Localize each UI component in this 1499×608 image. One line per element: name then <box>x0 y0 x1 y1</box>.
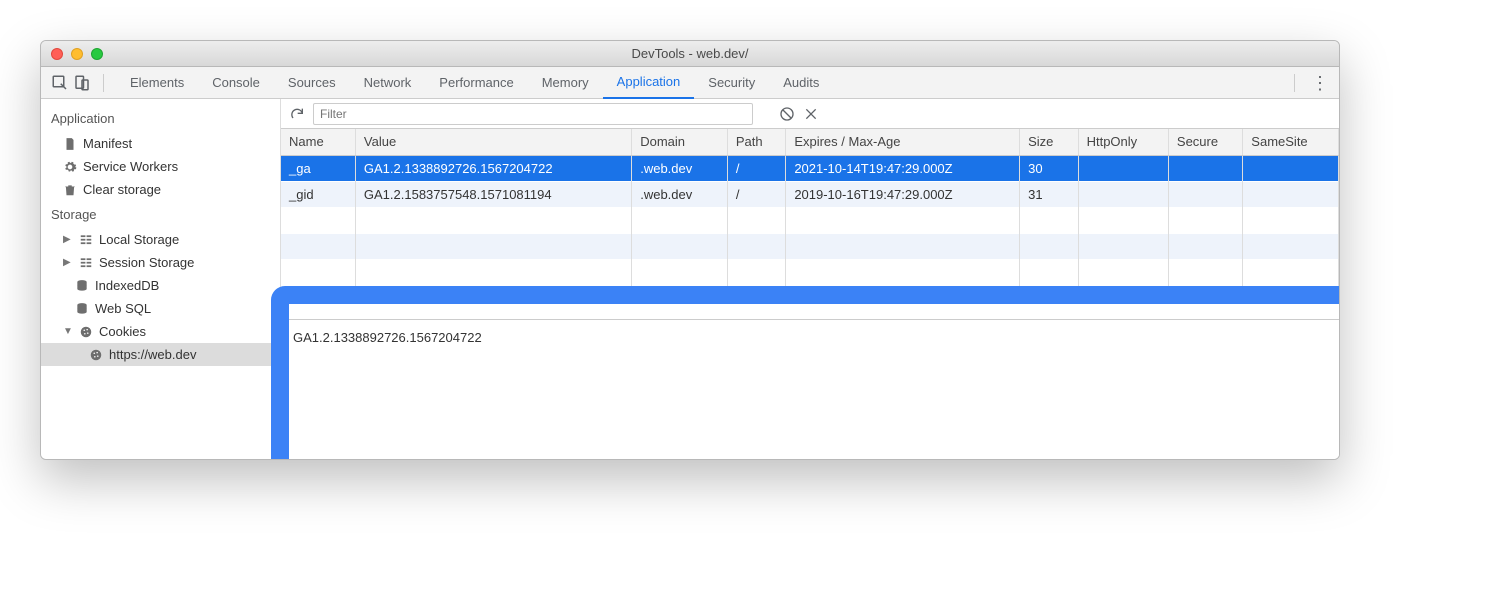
col-size[interactable]: Size <box>1020 129 1078 155</box>
cookie-detail-pane: GA1.2.1338892726.1567204722 <box>281 319 1339 459</box>
trash-icon <box>63 183 77 197</box>
cookie-icon <box>79 325 93 339</box>
collapse-arrow-icon: ▼ <box>63 326 73 337</box>
panel-body: Application Manifest Service Workers Cle… <box>41 99 1339 459</box>
sidebar-item-manifest[interactable]: Manifest <box>41 132 280 155</box>
col-domain[interactable]: Domain <box>632 129 728 155</box>
cell-value: GA1.2.1338892726.1567204722 <box>355 155 631 181</box>
tab-network[interactable]: Network <box>350 67 426 99</box>
cookies-table: Name Value Domain Path Expires / Max-Age… <box>281 129 1339 286</box>
cookies-main-panel: Name Value Domain Path Expires / Max-Age… <box>281 99 1339 459</box>
tab-application[interactable]: Application <box>603 67 695 99</box>
filter-input[interactable] <box>313 103 753 125</box>
tab-performance[interactable]: Performance <box>425 67 527 99</box>
sidebar-item-service-workers[interactable]: Service Workers <box>41 155 280 178</box>
sidebar-item-label: Service Workers <box>83 159 178 174</box>
delete-selected-icon[interactable] <box>803 106 819 122</box>
cell-samesite <box>1243 181 1339 207</box>
expand-arrow-icon: ▶ <box>63 234 73 245</box>
more-menu-icon[interactable]: ⋮ <box>1311 74 1329 92</box>
col-expires[interactable]: Expires / Max-Age <box>786 129 1020 155</box>
tab-sources[interactable]: Sources <box>274 67 350 99</box>
cell-size: 30 <box>1020 155 1078 181</box>
table-row-empty <box>281 259 1339 285</box>
cell-value: GA1.2.1583757548.1571081194 <box>355 181 631 207</box>
sidebar-item-cookie-origin[interactable]: https://web.dev <box>41 343 280 366</box>
tab-security[interactable]: Security <box>694 67 769 99</box>
sidebar-item-label: Session Storage <box>99 255 194 270</box>
cell-domain: .web.dev <box>632 155 728 181</box>
titlebar: DevTools - web.dev/ <box>41 41 1339 67</box>
sidebar-item-label: Clear storage <box>83 182 161 197</box>
sidebar-group-storage: Storage <box>41 201 280 228</box>
sidebar-item-label: Manifest <box>83 136 132 151</box>
cell-path: / <box>727 155 785 181</box>
sidebar-item-cookies[interactable]: ▼ Cookies <box>41 320 280 343</box>
cell-expires: 2019-10-16T19:47:29.000Z <box>786 181 1020 207</box>
toolbar-separator-right <box>1294 74 1295 92</box>
cell-samesite <box>1243 155 1339 181</box>
application-sidebar: Application Manifest Service Workers Cle… <box>41 99 281 459</box>
cell-name: _gid <box>281 181 355 207</box>
tab-memory[interactable]: Memory <box>528 67 603 99</box>
devtools-window: DevTools - web.dev/ Elements Console Sou… <box>40 40 1340 460</box>
table-header-row: Name Value Domain Path Expires / Max-Age… <box>281 129 1339 155</box>
panel-tabs: Elements Console Sources Network Perform… <box>116 67 833 99</box>
cookies-table-wrap: Name Value Domain Path Expires / Max-Age… <box>281 129 1339 319</box>
cell-httponly <box>1078 155 1168 181</box>
window-title: DevTools - web.dev/ <box>41 46 1339 61</box>
grid-icon <box>79 233 93 247</box>
filter-toolbar <box>281 99 1339 129</box>
table-row-empty <box>281 207 1339 233</box>
toolbar-separator <box>103 74 104 92</box>
cell-secure <box>1168 181 1242 207</box>
sidebar-item-websql[interactable]: Web SQL <box>41 297 280 320</box>
sidebar-item-label: Cookies <box>99 324 146 339</box>
main-toolbar: Elements Console Sources Network Perform… <box>41 67 1339 99</box>
database-icon <box>75 279 89 293</box>
device-toggle-icon[interactable] <box>73 74 91 92</box>
inspect-icon[interactable] <box>51 74 69 92</box>
col-samesite[interactable]: SameSite <box>1243 129 1339 155</box>
file-icon <box>63 137 77 151</box>
col-secure[interactable]: Secure <box>1168 129 1242 155</box>
sidebar-group-application: Application <box>41 105 280 132</box>
cell-size: 31 <box>1020 181 1078 207</box>
cell-domain: .web.dev <box>632 181 728 207</box>
database-icon <box>75 302 89 316</box>
sidebar-item-clear-storage[interactable]: Clear storage <box>41 178 280 201</box>
col-httponly[interactable]: HttpOnly <box>1078 129 1168 155</box>
col-value[interactable]: Value <box>355 129 631 155</box>
cell-path: / <box>727 181 785 207</box>
table-row[interactable]: _ga GA1.2.1338892726.1567204722 .web.dev… <box>281 155 1339 181</box>
tab-console[interactable]: Console <box>198 67 274 99</box>
refresh-icon[interactable] <box>289 106 305 122</box>
table-row[interactable]: _gid GA1.2.1583757548.1571081194 .web.de… <box>281 181 1339 207</box>
table-row-empty <box>281 233 1339 259</box>
tab-audits[interactable]: Audits <box>769 67 833 99</box>
col-path[interactable]: Path <box>727 129 785 155</box>
cell-secure <box>1168 155 1242 181</box>
tab-elements[interactable]: Elements <box>116 67 198 99</box>
col-name[interactable]: Name <box>281 129 355 155</box>
cell-httponly <box>1078 181 1168 207</box>
clear-all-icon[interactable] <box>779 106 795 122</box>
sidebar-item-label: Web SQL <box>95 301 151 316</box>
cell-expires: 2021-10-14T19:47:29.000Z <box>786 155 1020 181</box>
cell-name: _ga <box>281 155 355 181</box>
grid-icon <box>79 256 93 270</box>
sidebar-item-indexeddb[interactable]: IndexedDB <box>41 274 280 297</box>
sidebar-item-label: Local Storage <box>99 232 179 247</box>
expand-arrow-icon: ▶ <box>63 257 73 268</box>
gear-icon <box>63 160 77 174</box>
sidebar-item-session-storage[interactable]: ▶ Session Storage <box>41 251 280 274</box>
cookie-icon <box>89 348 103 362</box>
sidebar-item-local-storage[interactable]: ▶ Local Storage <box>41 228 280 251</box>
sidebar-item-label: https://web.dev <box>109 347 196 362</box>
cookie-detail-value: GA1.2.1338892726.1567204722 <box>293 330 482 345</box>
sidebar-item-label: IndexedDB <box>95 278 159 293</box>
